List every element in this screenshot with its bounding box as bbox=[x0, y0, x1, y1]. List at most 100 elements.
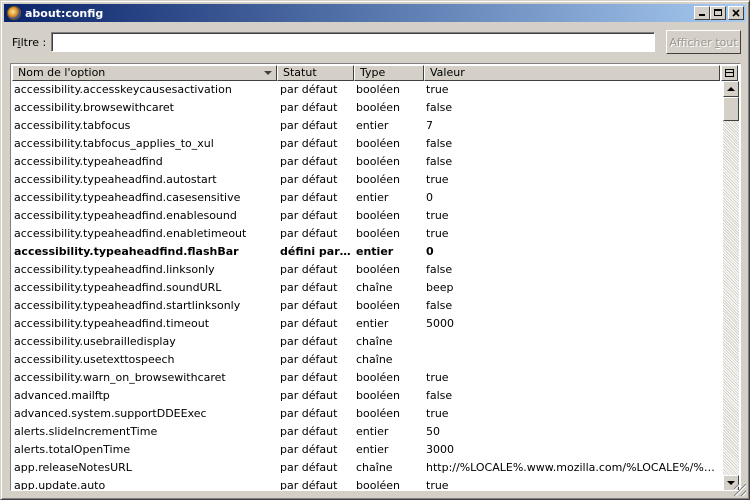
maximize-button[interactable] bbox=[710, 6, 726, 20]
row-status-cell: par défaut bbox=[280, 137, 338, 150]
table-row[interactable]: accessibility.warn_on_browsewithcaret par… bbox=[12, 369, 720, 387]
table-row[interactable]: accessibility.typeaheadfind.autostart par… bbox=[12, 171, 720, 189]
scrollbar-thumb[interactable] bbox=[723, 97, 739, 121]
row-status-cell: par défaut bbox=[280, 173, 338, 186]
row-type-cell: entier bbox=[356, 425, 389, 438]
row-name-cell: accessibility.usetexttospeech bbox=[14, 353, 175, 366]
table-row[interactable]: accessibility.typeaheadfind.enablesound p… bbox=[12, 207, 720, 225]
table-row[interactable]: accessibility.typeaheadfind.soundURL par … bbox=[12, 279, 720, 297]
table-row[interactable]: accessibility.typeaheadfind.startlinkson… bbox=[12, 297, 720, 315]
table-row[interactable]: accessibility.typeaheadfind.linksonly par… bbox=[12, 261, 720, 279]
table-row[interactable]: accessibility.typeaheadfind.flashBar défi… bbox=[12, 243, 720, 261]
table-row[interactable]: app.releaseNotesURL par défaut chaîne http:… bbox=[12, 459, 720, 477]
row-name-cell: accessibility.typeaheadfind.soundURL bbox=[14, 281, 222, 294]
row-value-cell: 5000 bbox=[426, 317, 454, 330]
show-all-button[interactable]: Afficher tout bbox=[666, 30, 741, 54]
table-row[interactable]: advanced.system.supportDDEExec par défaut… bbox=[12, 405, 720, 423]
close-button[interactable] bbox=[728, 6, 744, 20]
row-name-cell: accessibility.typeaheadfind.flashBar bbox=[14, 245, 239, 258]
row-type-cell: chaîne bbox=[356, 335, 393, 348]
column-header-value[interactable]: Valeur bbox=[424, 65, 720, 81]
column-picker-icon bbox=[725, 69, 734, 77]
row-status-cell: par défaut bbox=[280, 191, 338, 204]
vertical-scrollbar[interactable] bbox=[723, 81, 739, 490]
close-icon bbox=[732, 9, 740, 17]
row-name-cell: alerts.totalOpenTime bbox=[14, 443, 131, 456]
tree-body: accessibility.accesskeycausesactivation p… bbox=[12, 81, 720, 491]
row-value-cell bbox=[424, 333, 720, 351]
row-name-cell: app.update.auto bbox=[14, 479, 106, 491]
title-bar[interactable]: about:config bbox=[4, 4, 746, 22]
table-row[interactable]: accessibility.browsewithcaret par défaut b… bbox=[12, 99, 720, 117]
table-row[interactable]: accessibility.usetexttospeech par défaut c… bbox=[12, 351, 720, 369]
column-header-name[interactable]: Nom de l'option bbox=[12, 65, 277, 81]
resize-grip[interactable] bbox=[734, 484, 746, 496]
row-type-cell: booléen bbox=[356, 173, 401, 186]
scroll-up-button[interactable] bbox=[723, 81, 739, 97]
table-row[interactable]: accessibility.typeaheadfind.timeout par d… bbox=[12, 315, 720, 333]
row-status-cell: par défaut bbox=[280, 371, 338, 384]
row-status-cell: par défaut bbox=[280, 335, 338, 348]
row-status-cell: par défaut bbox=[280, 389, 338, 402]
row-type-cell: booléen bbox=[356, 83, 401, 96]
row-value-cell: 0 bbox=[426, 245, 434, 258]
table-row[interactable]: app.update.auto par défaut booléen true bbox=[12, 477, 720, 491]
firefox-icon bbox=[7, 6, 21, 20]
row-status-cell: par défaut bbox=[280, 443, 338, 456]
table-row[interactable]: accessibility.tabfocus par défaut entier 7 bbox=[12, 117, 720, 135]
table-row[interactable]: accessibility.tabfocus_applies_to_xul par… bbox=[12, 135, 720, 153]
row-name-cell: app.releaseNotesURL bbox=[14, 461, 132, 474]
minimize-button[interactable] bbox=[694, 6, 710, 20]
row-value-cell: 0 bbox=[426, 191, 433, 204]
row-status-cell: par défaut bbox=[280, 83, 338, 96]
filter-bar: Filtre : Afficher tout bbox=[1, 23, 749, 61]
row-name-cell: accessibility.typeaheadfind.timeout bbox=[14, 317, 210, 330]
row-status-cell: par défaut bbox=[280, 155, 338, 168]
row-type-cell: booléen bbox=[356, 263, 401, 276]
row-type-cell: booléen bbox=[356, 479, 401, 491]
column-header-type[interactable]: Type bbox=[354, 65, 424, 81]
row-type-cell: booléen bbox=[356, 137, 401, 150]
row-value-cell: true bbox=[426, 227, 449, 240]
row-type-cell: entier bbox=[356, 119, 389, 132]
row-value-cell bbox=[424, 351, 720, 369]
row-value-cell: false bbox=[426, 155, 453, 168]
row-status-cell: par défaut bbox=[280, 353, 338, 366]
preferences-tree[interactable]: Nom de l'option Statut Type Valeur acces… bbox=[10, 63, 741, 491]
row-value-cell: 3000 bbox=[426, 443, 454, 456]
row-name-cell: accessibility.typeaheadfind.enablesound bbox=[14, 209, 237, 222]
table-row[interactable]: accessibility.typeaheadfind.casesensitiv… bbox=[12, 189, 720, 207]
row-type-cell: chaîne bbox=[356, 353, 393, 366]
row-status-cell: par défaut bbox=[280, 407, 338, 420]
table-row[interactable]: alerts.totalOpenTime par défaut entier 3000 bbox=[12, 441, 720, 459]
row-status-cell: défini par l'... bbox=[280, 245, 354, 258]
column-picker-button[interactable] bbox=[721, 65, 738, 81]
table-row[interactable]: accessibility.typeaheadfind.enabletimeou… bbox=[12, 225, 720, 243]
row-value-cell: true bbox=[426, 173, 449, 186]
row-type-cell: booléen bbox=[356, 299, 401, 312]
row-value-cell: false bbox=[426, 263, 453, 276]
sort-descending-icon bbox=[264, 71, 272, 75]
row-name-cell: accessibility.typeaheadfind.casesensitiv… bbox=[14, 191, 241, 204]
table-row[interactable]: accessibility.usebrailledisplay par défau… bbox=[12, 333, 720, 351]
column-header-status[interactable]: Statut bbox=[277, 65, 354, 81]
row-status-cell: par défaut bbox=[280, 263, 338, 276]
row-value-cell: false bbox=[426, 389, 453, 402]
row-status-cell: par défaut bbox=[280, 227, 338, 240]
tree-header: Nom de l'option Statut Type Valeur bbox=[12, 65, 720, 81]
row-type-cell: booléen bbox=[356, 209, 401, 222]
row-type-cell: entier bbox=[356, 191, 389, 204]
filter-input[interactable] bbox=[51, 32, 655, 52]
table-row[interactable]: advanced.mailftp par défaut booléen false bbox=[12, 387, 720, 405]
table-row[interactable]: accessibility.accesskeycausesactivation p… bbox=[12, 81, 720, 99]
table-row[interactable]: alerts.slideIncrementTime par défaut entie… bbox=[12, 423, 720, 441]
row-name-cell: advanced.mailftp bbox=[14, 389, 110, 402]
row-value-cell: true bbox=[426, 371, 449, 384]
row-status-cell: par défaut bbox=[280, 209, 338, 222]
row-name-cell: accessibility.typeaheadfind bbox=[14, 155, 163, 168]
row-status-cell: par défaut bbox=[280, 101, 338, 114]
row-type-cell: booléen bbox=[356, 407, 401, 420]
row-status-cell: par défaut bbox=[280, 425, 338, 438]
row-name-cell: accessibility.tabfocus bbox=[14, 119, 131, 132]
table-row[interactable]: accessibility.typeaheadfind par défaut boo… bbox=[12, 153, 720, 171]
